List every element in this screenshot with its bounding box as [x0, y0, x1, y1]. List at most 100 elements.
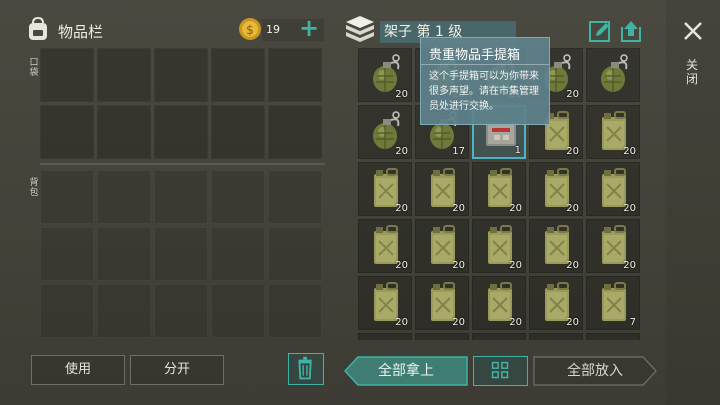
item-quantity: 20 [452, 203, 465, 214]
shelf-slot[interactable]: 20 [358, 276, 412, 330]
shelf-slot[interactable]: 20 [472, 276, 526, 330]
backpack-slot[interactable] [97, 170, 151, 224]
shelf-slot[interactable]: 20 [358, 48, 412, 102]
shelf-slot[interactable]: 20 [586, 105, 640, 159]
close-button[interactable] [682, 20, 704, 42]
item-quantity: 20 [452, 260, 465, 271]
pocket-slot[interactable] [40, 105, 94, 159]
backpack-slot[interactable] [211, 227, 265, 281]
backpack-slot[interactable] [268, 227, 322, 281]
tooltip-title: 贵重物品手提箱 [429, 48, 521, 63]
shelf-slot[interactable]: 20 [529, 276, 583, 330]
item-quantity: 17 [452, 146, 465, 157]
use-button[interactable]: 使用 [31, 355, 125, 385]
close-label[interactable]: 关闭 [684, 58, 700, 86]
shelf-slot[interactable] [529, 333, 583, 340]
item-quantity: 20 [566, 89, 579, 100]
backpack-slot[interactable] [154, 170, 208, 224]
item-quantity: 20 [509, 260, 522, 271]
backpack-slot[interactable] [97, 227, 151, 281]
backpack-slot[interactable] [40, 170, 94, 224]
pocket-slot[interactable] [211, 105, 265, 159]
shelf-slot[interactable]: 20 [415, 276, 469, 330]
backpack-grid [40, 170, 322, 338]
shelf-slot[interactable]: 20 [586, 219, 640, 273]
edit-icon [589, 21, 610, 42]
sort-button[interactable] [473, 356, 528, 386]
item-quantity: 20 [566, 260, 579, 271]
sort-grid-icon [491, 361, 509, 379]
shelf-slot[interactable]: 20 [358, 162, 412, 216]
pocket-slot[interactable] [97, 48, 151, 102]
shelf-slot[interactable]: 20 [529, 219, 583, 273]
item-quantity: 20 [623, 146, 636, 157]
pocket-slot[interactable] [268, 105, 322, 159]
pocket-slot[interactable] [40, 48, 94, 102]
shelf-slot[interactable]: 7 [586, 276, 640, 330]
backpack-label: 背包 [29, 178, 39, 198]
pocket-slot[interactable] [154, 48, 208, 102]
backpack-slot[interactable] [154, 284, 208, 338]
backpack-slot[interactable] [268, 170, 322, 224]
item-quantity: 20 [452, 317, 465, 328]
add-coins-button[interactable]: + [296, 15, 322, 41]
shelf-slot[interactable]: 20 [358, 105, 412, 159]
backpack-slot[interactable] [268, 284, 322, 338]
backpack-slot[interactable] [40, 284, 94, 338]
shelf-slot[interactable]: 20 [529, 162, 583, 216]
shelf-icon [344, 14, 376, 44]
item-quantity: 7 [629, 317, 636, 328]
item-quantity: 20 [623, 260, 636, 271]
svg-text:$: $ [246, 23, 254, 37]
item-quantity: 20 [566, 146, 579, 157]
close-icon [684, 22, 702, 40]
item-quantity: 1 [514, 145, 521, 156]
shelf-slot[interactable] [586, 48, 640, 102]
shelf-slot[interactable]: 20 [358, 219, 412, 273]
upgrade-icon [621, 21, 641, 42]
shelf-slot[interactable] [415, 333, 469, 340]
pocket-slot[interactable] [268, 48, 322, 102]
shelf-slot[interactable]: 20 [415, 219, 469, 273]
discard-button[interactable] [288, 353, 324, 385]
item-quantity: 20 [395, 89, 408, 100]
take-all-button[interactable]: 全部拿上 [344, 356, 468, 386]
tooltip-divider [421, 64, 549, 65]
tooltip-description: 这个手提箱可以为你带来很多声望。请在市集管理员处进行交换。 [429, 71, 539, 112]
pocket-slot[interactable] [154, 105, 208, 159]
item-quantity: 20 [395, 146, 408, 157]
shelf-slot[interactable] [586, 333, 640, 340]
trash-icon [298, 356, 312, 380]
backpack-slot[interactable] [154, 227, 208, 281]
backpack-icon [26, 16, 50, 42]
item-quantity: 20 [509, 317, 522, 328]
upgrade-button[interactable] [620, 19, 642, 43]
shelf-slot[interactable] [358, 333, 412, 340]
pocket-label: 口袋 [29, 58, 39, 78]
backpack-slot[interactable] [97, 284, 151, 338]
item-quantity: 20 [395, 317, 408, 328]
item-quantity: 20 [395, 203, 408, 214]
shelf-slot[interactable]: 20 [415, 162, 469, 216]
pocket-slot[interactable] [211, 48, 265, 102]
put-all-button[interactable]: 全部放入 [533, 356, 657, 386]
pocket-slot[interactable] [97, 105, 151, 159]
item-quantity: 20 [623, 203, 636, 214]
rename-button[interactable] [588, 19, 612, 43]
shelf-slot[interactable]: 20 [472, 162, 526, 216]
shelf-slot[interactable] [472, 333, 526, 340]
backpack-slot[interactable] [211, 284, 265, 338]
backpack-slot[interactable] [211, 170, 265, 224]
item-quantity: 20 [566, 317, 579, 328]
coin-icon: $ [238, 17, 262, 41]
shelf-slot[interactable]: 20 [472, 219, 526, 273]
item-quantity: 20 [509, 203, 522, 214]
inventory-title: 物品栏 [58, 23, 104, 41]
pocket-grid [40, 48, 322, 159]
item-quantity: 20 [395, 260, 408, 271]
split-button[interactable]: 分开 [130, 355, 224, 385]
backpack-slot[interactable] [40, 227, 94, 281]
put-all-label: 全部放入 [567, 363, 623, 379]
item-tooltip: 贵重物品手提箱 这个手提箱可以为你带来很多声望。请在市集管理员处进行交换。 [420, 37, 550, 125]
shelf-slot[interactable]: 20 [586, 162, 640, 216]
